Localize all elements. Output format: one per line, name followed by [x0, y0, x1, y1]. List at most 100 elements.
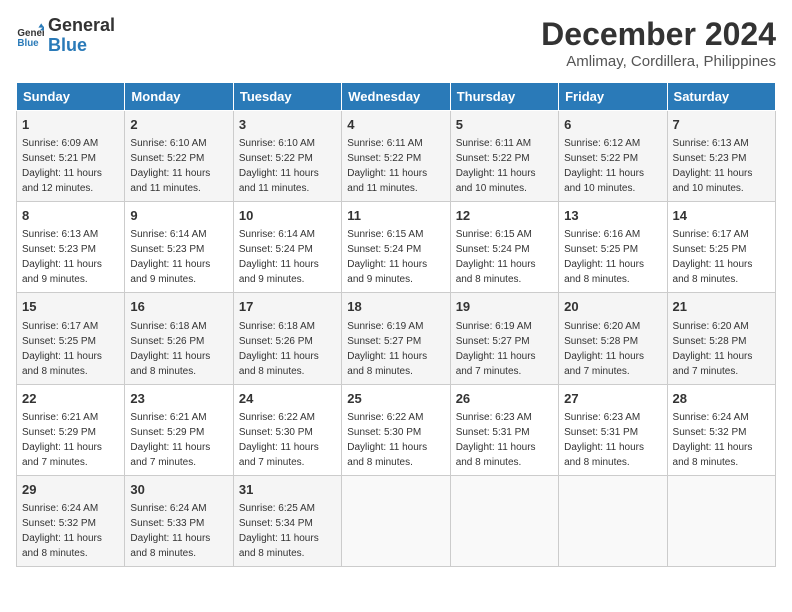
calendar-cell: 31 Sunrise: 6:25 AMSunset: 5:34 PMDayligh…	[233, 475, 341, 566]
day-number: 18	[347, 298, 444, 316]
calendar-cell: 8 Sunrise: 6:13 AMSunset: 5:23 PMDaylight…	[17, 202, 125, 293]
day-number: 10	[239, 207, 336, 225]
calendar-cell: 28Sunrise: 6:24 AMSunset: 5:32 PMDayligh…	[667, 384, 775, 475]
calendar-cell: 16 Sunrise: 6:18 AMSunset: 5:26 PMDayligh…	[125, 293, 233, 384]
day-number: 2	[130, 116, 227, 134]
day-info: Sunrise: 6:24 AMSunset: 5:33 PMDaylight:…	[130, 503, 210, 559]
week-row-2: 8 Sunrise: 6:13 AMSunset: 5:23 PMDaylight…	[17, 202, 776, 293]
header-day-sunday: Sunday	[17, 83, 125, 111]
day-info: Sunrise: 6:19 AMSunset: 5:27 PMDaylight:…	[456, 321, 536, 377]
header-day-tuesday: Tuesday	[233, 83, 341, 111]
day-info: Sunrise: 6:15 AMSunset: 5:24 PMDaylight:…	[456, 229, 536, 285]
calendar-cell	[667, 475, 775, 566]
day-info: Sunrise: 6:23 AMSunset: 5:31 PMDaylight:…	[456, 412, 536, 468]
header-day-friday: Friday	[559, 83, 667, 111]
day-number: 27	[564, 390, 661, 408]
calendar-cell: 19 Sunrise: 6:19 AMSunset: 5:27 PMDayligh…	[450, 293, 558, 384]
day-number: 5	[456, 116, 553, 134]
calendar-cell: 24 Sunrise: 6:22 AMSunset: 5:30 PMDayligh…	[233, 384, 341, 475]
calendar-cell: 12 Sunrise: 6:15 AMSunset: 5:24 PMDayligh…	[450, 202, 558, 293]
day-info: Sunrise: 6:18 AMSunset: 5:26 PMDaylight:…	[130, 321, 210, 377]
day-number: 28	[673, 390, 770, 408]
calendar-cell	[450, 475, 558, 566]
calendar-cell: 2Sunrise: 6:10 AMSunset: 5:22 PMDaylight…	[125, 111, 233, 202]
calendar-cell: 25 Sunrise: 6:22 AMSunset: 5:30 PMDayligh…	[342, 384, 450, 475]
calendar-cell: 17 Sunrise: 6:18 AMSunset: 5:26 PMDayligh…	[233, 293, 341, 384]
day-info: Sunrise: 6:19 AMSunset: 5:27 PMDaylight:…	[347, 321, 427, 377]
calendar-cell: 21Sunrise: 6:20 AMSunset: 5:28 PMDayligh…	[667, 293, 775, 384]
header-day-thursday: Thursday	[450, 83, 558, 111]
calendar-cell: 14 Sunrise: 6:17 AMSunset: 5:25 PMDayligh…	[667, 202, 775, 293]
calendar-cell: 27 Sunrise: 6:23 AMSunset: 5:31 PMDayligh…	[559, 384, 667, 475]
day-info: Sunrise: 6:21 AMSunset: 5:29 PMDaylight:…	[22, 412, 102, 468]
day-number: 14	[673, 207, 770, 225]
day-info: Sunrise: 6:14 AMSunset: 5:23 PMDaylight:…	[130, 229, 210, 285]
svg-text:Blue: Blue	[17, 38, 39, 49]
day-info: Sunrise: 6:11 AMSunset: 5:22 PMDaylight:…	[347, 138, 427, 194]
week-row-1: 1 Sunrise: 6:09 AMSunset: 5:21 PMDaylight…	[17, 111, 776, 202]
day-number: 9	[130, 207, 227, 225]
week-row-4: 22Sunrise: 6:21 AMSunset: 5:29 PMDayligh…	[17, 384, 776, 475]
day-number: 20	[564, 298, 661, 316]
week-row-3: 15Sunrise: 6:17 AMSunset: 5:25 PMDayligh…	[17, 293, 776, 384]
calendar-cell	[559, 475, 667, 566]
title-area: December 2024 Amlimay, Cordillera, Phili…	[541, 16, 776, 70]
day-info: Sunrise: 6:24 AMSunset: 5:32 PMDaylight:…	[22, 503, 102, 559]
day-info: Sunrise: 6:22 AMSunset: 5:30 PMDaylight:…	[347, 412, 427, 468]
day-info: Sunrise: 6:11 AMSunset: 5:22 PMDaylight:…	[456, 138, 536, 194]
header: General Blue General Blue December 2024 …	[16, 16, 776, 70]
day-number: 13	[564, 207, 661, 225]
calendar-cell: 20Sunrise: 6:20 AMSunset: 5:28 PMDayligh…	[559, 293, 667, 384]
day-info: Sunrise: 6:10 AMSunset: 5:22 PMDaylight:…	[239, 138, 319, 194]
calendar-cell: 26 Sunrise: 6:23 AMSunset: 5:31 PMDayligh…	[450, 384, 558, 475]
calendar-cell: 9 Sunrise: 6:14 AMSunset: 5:23 PMDaylight…	[125, 202, 233, 293]
calendar-cell: 5 Sunrise: 6:11 AMSunset: 5:22 PMDaylight…	[450, 111, 558, 202]
location-title: Amlimay, Cordillera, Philippines	[541, 53, 776, 70]
day-info: Sunrise: 6:16 AMSunset: 5:25 PMDaylight:…	[564, 229, 644, 285]
day-number: 17	[239, 298, 336, 316]
calendar-cell: 4Sunrise: 6:11 AMSunset: 5:22 PMDaylight…	[342, 111, 450, 202]
day-number: 7	[673, 116, 770, 134]
calendar-table: SundayMondayTuesdayWednesdayThursdayFrid…	[16, 82, 776, 567]
day-number: 8	[22, 207, 119, 225]
day-number: 12	[456, 207, 553, 225]
header-day-wednesday: Wednesday	[342, 83, 450, 111]
day-number: 1	[22, 116, 119, 134]
header-day-saturday: Saturday	[667, 83, 775, 111]
day-info: Sunrise: 6:13 AMSunset: 5:23 PMDaylight:…	[22, 229, 102, 285]
calendar-cell: 30Sunrise: 6:24 AMSunset: 5:33 PMDayligh…	[125, 475, 233, 566]
calendar-cell: 11 Sunrise: 6:15 AMSunset: 5:24 PMDayligh…	[342, 202, 450, 293]
month-title: December 2024	[541, 16, 776, 53]
logo: General Blue General Blue	[16, 16, 115, 56]
day-number: 31	[239, 481, 336, 499]
day-number: 25	[347, 390, 444, 408]
header-day-monday: Monday	[125, 83, 233, 111]
day-number: 15	[22, 298, 119, 316]
day-number: 3	[239, 116, 336, 134]
day-info: Sunrise: 6:09 AMSunset: 5:21 PMDaylight:…	[22, 138, 102, 194]
day-info: Sunrise: 6:18 AMSunset: 5:26 PMDaylight:…	[239, 321, 319, 377]
calendar-cell: 15Sunrise: 6:17 AMSunset: 5:25 PMDayligh…	[17, 293, 125, 384]
day-info: Sunrise: 6:20 AMSunset: 5:28 PMDaylight:…	[673, 321, 753, 377]
calendar-cell: 3 Sunrise: 6:10 AMSunset: 5:22 PMDaylight…	[233, 111, 341, 202]
day-number: 16	[130, 298, 227, 316]
calendar-cell: 22Sunrise: 6:21 AMSunset: 5:29 PMDayligh…	[17, 384, 125, 475]
calendar-cell: 23Sunrise: 6:21 AMSunset: 5:29 PMDayligh…	[125, 384, 233, 475]
day-number: 24	[239, 390, 336, 408]
calendar-cell: 10Sunrise: 6:14 AMSunset: 5:24 PMDayligh…	[233, 202, 341, 293]
day-info: Sunrise: 6:22 AMSunset: 5:30 PMDaylight:…	[239, 412, 319, 468]
calendar-cell: 18 Sunrise: 6:19 AMSunset: 5:27 PMDayligh…	[342, 293, 450, 384]
day-info: Sunrise: 6:23 AMSunset: 5:31 PMDaylight:…	[564, 412, 644, 468]
day-info: Sunrise: 6:12 AMSunset: 5:22 PMDaylight:…	[564, 138, 644, 194]
calendar-cell: 1 Sunrise: 6:09 AMSunset: 5:21 PMDaylight…	[17, 111, 125, 202]
day-info: Sunrise: 6:25 AMSunset: 5:34 PMDaylight:…	[239, 503, 319, 559]
day-info: Sunrise: 6:17 AMSunset: 5:25 PMDaylight:…	[673, 229, 753, 285]
calendar-cell: 6 Sunrise: 6:12 AMSunset: 5:22 PMDaylight…	[559, 111, 667, 202]
day-number: 6	[564, 116, 661, 134]
day-number: 19	[456, 298, 553, 316]
day-number: 29	[22, 481, 119, 499]
day-number: 11	[347, 207, 444, 225]
calendar-cell: 29 Sunrise: 6:24 AMSunset: 5:32 PMDayligh…	[17, 475, 125, 566]
day-info: Sunrise: 6:15 AMSunset: 5:24 PMDaylight:…	[347, 229, 427, 285]
day-number: 26	[456, 390, 553, 408]
